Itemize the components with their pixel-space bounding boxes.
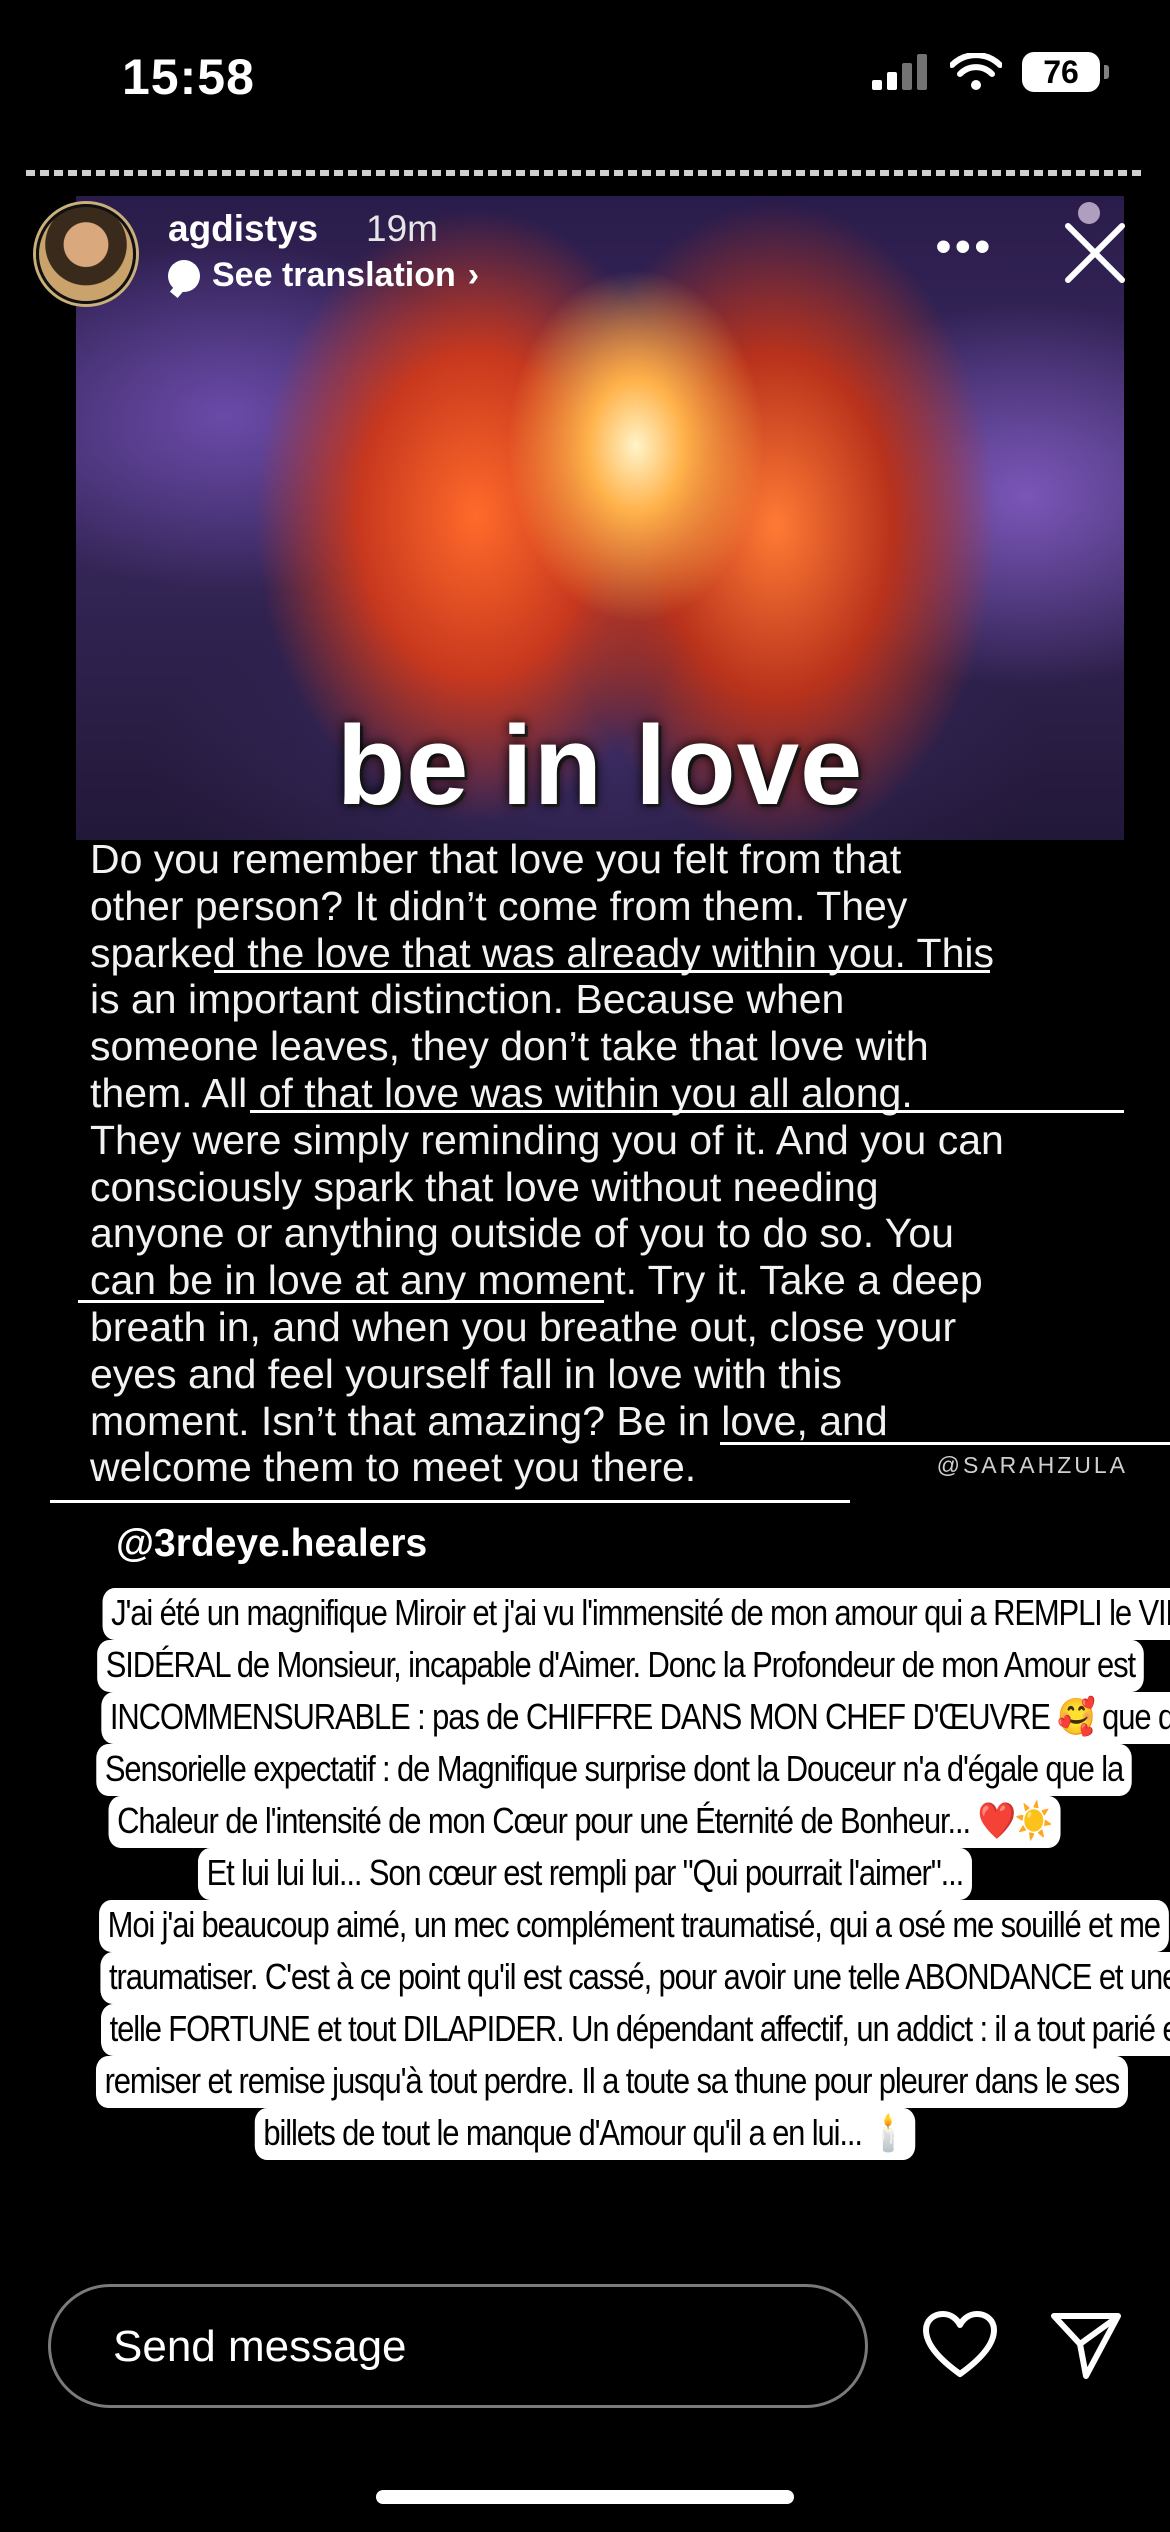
see-translation-label: See translation — [212, 256, 456, 294]
quote-line: can be in love at any moment. Try it. Ta… — [90, 1257, 983, 1304]
see-translation-button[interactable]: See translation › — [168, 256, 479, 295]
send-icon[interactable] — [1050, 2310, 1122, 2380]
underline-mark — [720, 1442, 1170, 1445]
underline-mark — [214, 970, 990, 973]
caption-line: telle FORTUNE et tout DILAPIDER. Un dépe… — [101, 2004, 1170, 2056]
caption-line: traumatiser. C'est à ce point qu'il est … — [100, 1952, 1170, 2004]
caption-line: Sensorielle expectatif : de Magnifique s… — [96, 1744, 1132, 1796]
caption-text: J'ai été un magnifique Miroir et j'ai vu… — [12, 1588, 1170, 2160]
quote-line: someone leaves, they don’t take that lov… — [90, 1023, 929, 1070]
avatar[interactable] — [36, 204, 136, 304]
caption-line: J'ai été un magnifique Miroir et j'ai vu… — [102, 1588, 1170, 1640]
underline-mark — [250, 1110, 1124, 1113]
wifi-icon — [950, 53, 1002, 90]
quote-line: is an important distinction. Because whe… — [90, 976, 845, 1023]
quote-line: consciously spark that love without need… — [90, 1163, 879, 1210]
caption-line: Et lui lui lui... Son cœur est rempli pa… — [198, 1848, 972, 1900]
heart-icon[interactable] — [922, 2310, 998, 2380]
battery-indicator: 76 — [1022, 52, 1109, 92]
caption-line: SIDÉRAL de Monsieur, incapable d'Aimer. … — [97, 1640, 1144, 1692]
home-indicator — [376, 2490, 794, 2504]
story-headline: be in love — [336, 703, 864, 828]
more-options-button[interactable]: ••• — [936, 222, 994, 272]
quote-line: other person? It didn’t come from them. … — [90, 882, 908, 929]
post-time: 19m — [366, 208, 438, 249]
battery-level: 76 — [1043, 53, 1079, 90]
chevron-right-icon: › — [467, 256, 480, 294]
caption-line: billets de tout le manque d'Amour qu'il … — [254, 2108, 916, 2160]
quote-line: They were simply reminding you of it. An… — [90, 1116, 1004, 1163]
caption-line: Moi j'ai beaucoup aimé, un mec complémen… — [99, 1900, 1169, 1952]
story-header: agdistys 19m See translation › ••• — [36, 202, 1134, 304]
speech-bubble-icon — [168, 259, 200, 292]
send-message-input[interactable] — [111, 2287, 815, 2407]
quote-text: Do you remember that love you felt from … — [90, 836, 1120, 1491]
quote-line: anyone or anything outside of you to do … — [90, 1210, 954, 1257]
quote-line: breath in, and when you breathe out, clo… — [90, 1303, 957, 1350]
signal-icon — [872, 54, 927, 90]
close-icon[interactable] — [1060, 218, 1130, 288]
story-progress — [26, 170, 1144, 176]
status-time: 15:58 — [122, 49, 255, 105]
quote-line: eyes and feel yourself fall in love with… — [90, 1350, 843, 1397]
caption-line: remiser et remise jusqu'à tout perdre. I… — [95, 2056, 1128, 2108]
status-icons: 76 — [872, 52, 1109, 92]
underline-mark — [50, 1500, 850, 1503]
username[interactable]: agdistys — [168, 208, 318, 250]
quote-credit: @SARAHZULA — [936, 1452, 1128, 1478]
quote-line: Do you remember that love you felt from … — [90, 836, 902, 882]
caption-line: INCOMMENSURABLE : pas de CHIFFRE DANS MO… — [101, 1692, 1170, 1744]
progress-bar — [26, 170, 1144, 176]
send-message-field[interactable] — [48, 2284, 868, 2408]
underline-mark — [78, 1300, 604, 1303]
quote-line: moment. Isn’t that amazing? Be in love, … — [90, 1397, 888, 1444]
mention-sticker[interactable]: @3rdeye.healers — [116, 1522, 427, 1566]
caption-line: Chaleur de l'intensité de mon Cœur pour … — [108, 1796, 1062, 1848]
